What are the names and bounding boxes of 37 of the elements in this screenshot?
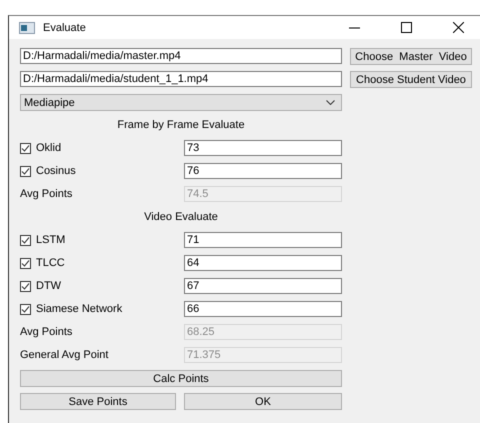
checkbox[interactable]: Cosinus [20,163,76,179]
close-icon [452,22,464,33]
checkbox-box[interactable] [20,304,31,314]
checkbox-box[interactable] [20,258,31,268]
checkbox[interactable]: LSTM [20,232,66,248]
score-field[interactable]: 73 [184,140,342,156]
field-label: Avg Points [20,188,72,200]
file-path-field[interactable]: D:/Harmadali/media/master.mp4 [20,48,342,64]
field-label: Avg Points [20,326,72,338]
checkbox[interactable]: Oklid [20,140,62,156]
checkbox-box[interactable] [20,142,31,154]
checkbox[interactable]: DTW [20,278,62,294]
field-label: General Avg Point [20,349,108,361]
save-points-button[interactable]: Save Points [20,393,176,410]
file-path-field[interactable]: D:/Harmadali/media/student_1_1.mp4 [20,71,342,87]
maximize-icon [400,22,412,33]
score-field[interactable]: 64 [184,255,342,271]
choose-video-button[interactable]: Choose Master Video [350,48,472,65]
method-dropdown[interactable]: Mediapipe [20,94,342,111]
section-heading: Frame by Frame Evaluate [116,119,246,131]
choose-video-button[interactable]: Choose Student Video [350,71,472,88]
score-field[interactable]: 67 [184,278,342,294]
checkbox-box[interactable] [20,234,31,246]
window-title: Evaluate [43,22,87,34]
score-field[interactable]: 71 [184,232,342,248]
dropdown-value: Mediapipe [24,96,75,108]
score-field[interactable]: 76 [184,163,342,179]
checkbox-box[interactable] [20,166,31,176]
section-heading: Video Evaluate [143,211,219,223]
chevron-down-icon [326,100,335,105]
checkbox[interactable]: Siamese Network [20,301,122,317]
ok-button[interactable]: OK [184,393,342,410]
app-icon [19,22,35,34]
calc-points-button[interactable]: Calc Points [20,370,342,387]
score-field[interactable]: 66 [184,301,342,317]
checkbox[interactable]: TLCC [20,255,65,271]
checkbox-box[interactable] [20,280,31,292]
